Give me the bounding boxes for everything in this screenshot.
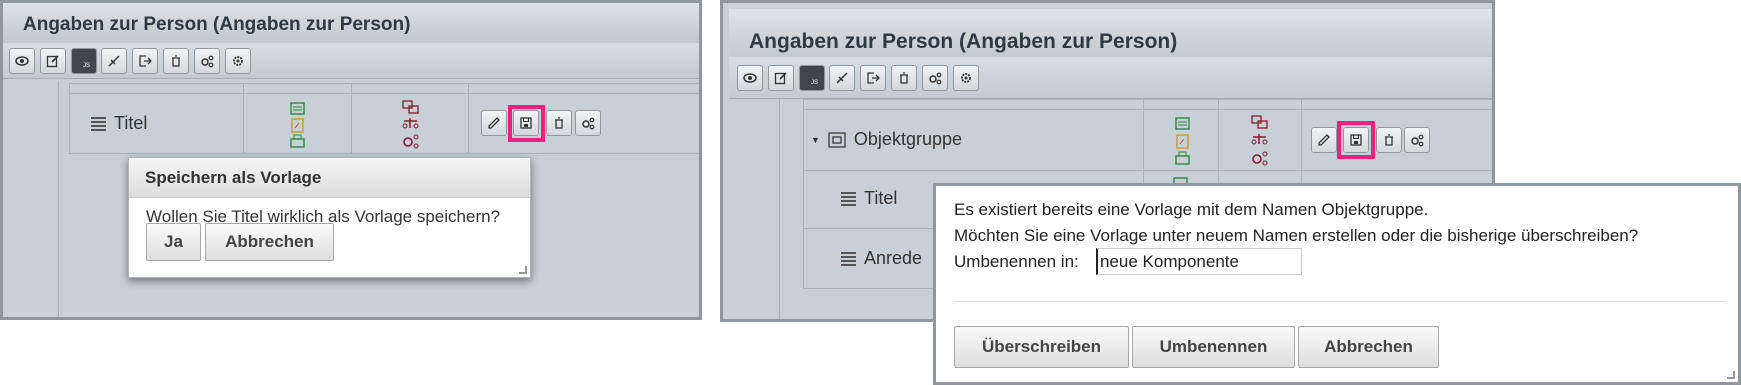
highlight-box [508, 105, 545, 142]
panel-title: Angaben zur Person (Angaben zur Person) [3, 3, 699, 47]
table-row: Anrede [841, 248, 922, 269]
settings-multi-icon[interactable] [194, 48, 220, 74]
yes-button[interactable]: Ja [146, 223, 201, 261]
edit-icon[interactable] [481, 110, 507, 136]
trash-icon[interactable] [546, 110, 572, 136]
trash-icon[interactable] [163, 48, 189, 74]
export-icon[interactable] [132, 48, 158, 74]
structure-icons [402, 100, 419, 149]
trash-icon[interactable] [891, 65, 917, 91]
row-label: Titel [864, 188, 898, 208]
table-row: ▼ Objektgruppe [811, 129, 962, 150]
table-row: Titel [841, 188, 897, 209]
format-icons [1175, 117, 1190, 165]
row-label: Anrede [864, 248, 923, 268]
rename-button[interactable]: Umbenennen [1132, 326, 1295, 368]
dialog-title: Speichern als Vorlage [129, 158, 530, 198]
template-exists-dialog: Es existiert bereits eine Vorlage mit de… [933, 183, 1741, 385]
collapse-icon[interactable] [829, 65, 855, 91]
gear-icon[interactable] [953, 65, 979, 91]
row-label: Objektgruppe [853, 129, 962, 149]
js-icon[interactable]: JS [799, 65, 825, 91]
table-row: Titel [91, 113, 147, 134]
structure-icons [1251, 115, 1268, 166]
drag-handle-icon [91, 116, 106, 131]
divider [954, 301, 1726, 302]
drag-handle-icon [841, 251, 856, 266]
edit-icon[interactable] [1311, 127, 1337, 153]
save-template-dialog: Speichern als Vorlage Wollen Sie Titel w… [128, 157, 531, 278]
format-icons [290, 102, 305, 148]
resize-grip-icon[interactable] [519, 266, 527, 274]
highlight-box [1337, 121, 1375, 159]
gear-icon[interactable] [225, 48, 251, 74]
cancel-button[interactable]: Abbrechen [1298, 326, 1439, 368]
cancel-button[interactable]: Abbrechen [205, 223, 334, 261]
svg-text:JS: JS [811, 80, 818, 85]
dialog-message-line2: Möchten Sie eine Vorlage unter neuem Nam… [954, 226, 1639, 245]
svg-text:JS: JS [83, 63, 90, 68]
rename-input[interactable]: neue Komponente [1096, 248, 1302, 275]
row-label: Titel [114, 113, 148, 133]
toolbar: JS [3, 43, 699, 79]
settings-multi-icon[interactable] [1404, 127, 1430, 153]
trash-icon[interactable] [1376, 127, 1402, 153]
caret-down-icon[interactable]: ▼ [811, 135, 820, 145]
toolbar: JS [729, 57, 1492, 99]
js-icon[interactable]: JS [71, 48, 97, 74]
resize-grip-icon[interactable] [1727, 371, 1735, 379]
eye-icon[interactable] [9, 48, 35, 74]
dialog-message-line1: Es existiert bereits eine Vorlage mit de… [954, 200, 1429, 219]
settings-multi-icon[interactable] [922, 65, 948, 91]
collapse-icon[interactable] [101, 48, 127, 74]
rename-label: Umbenennen in: [954, 252, 1079, 271]
eye-icon[interactable] [737, 65, 763, 91]
export-icon[interactable] [860, 65, 886, 91]
edit-icon[interactable] [768, 65, 794, 91]
drag-handle-icon [841, 191, 856, 206]
edit-icon[interactable] [40, 48, 66, 74]
overwrite-button[interactable]: Überschreiben [954, 326, 1129, 368]
object-group-icon [828, 131, 846, 148]
settings-multi-icon[interactable] [575, 110, 601, 136]
